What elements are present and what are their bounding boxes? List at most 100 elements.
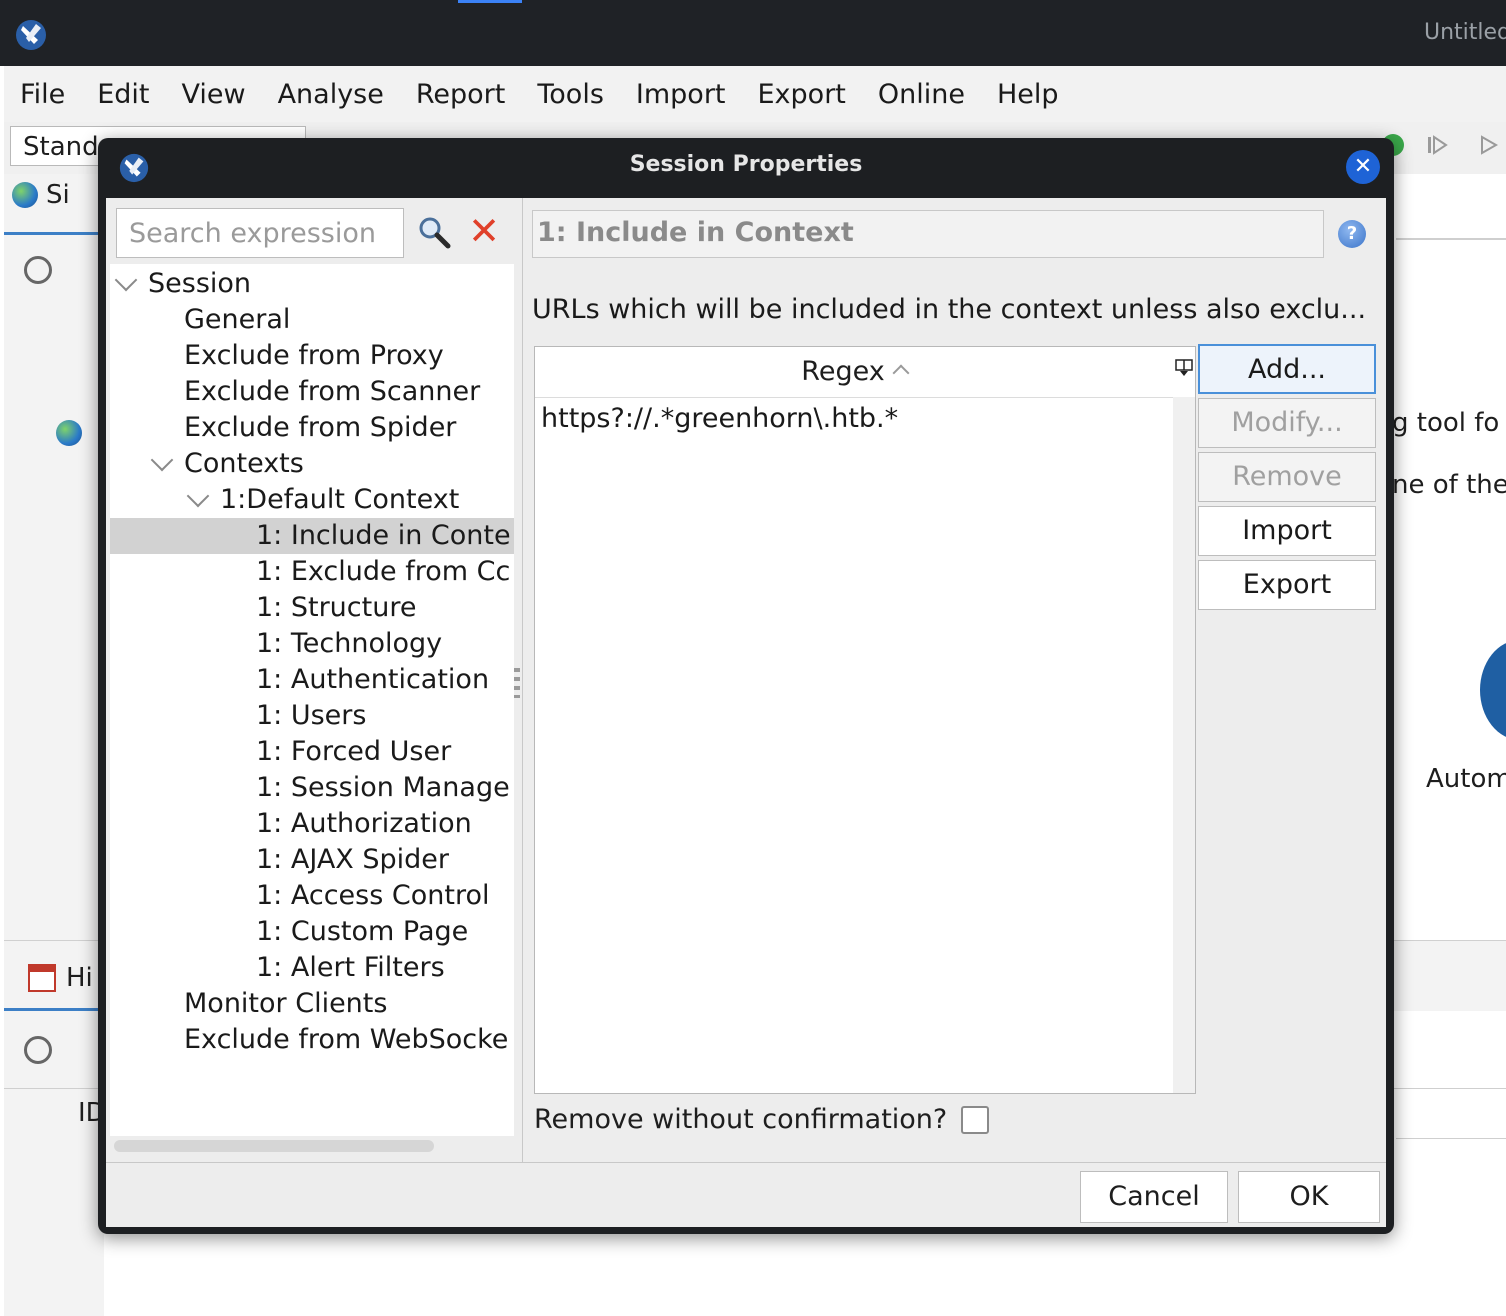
search-icon[interactable] xyxy=(416,214,452,250)
import-button[interactable]: Import xyxy=(1198,506,1376,556)
bg-text-3[interactable]: Autom xyxy=(1426,764,1506,794)
section-title: 1: Include in Context xyxy=(532,210,1324,258)
add-button[interactable]: Add... xyxy=(1198,344,1376,394)
tab-underline xyxy=(4,232,104,235)
regex-column-header[interactable]: Regex xyxy=(535,347,1173,398)
tree-item-label: General xyxy=(184,304,291,335)
tree-item-label: Monitor Clients xyxy=(184,988,388,1019)
tree-item[interactable]: 1: Structure xyxy=(110,590,514,626)
menu-analyse[interactable]: Analyse xyxy=(262,79,400,110)
tree-item[interactable]: General xyxy=(110,302,514,338)
tree-item[interactable]: 1: Custom Page xyxy=(110,914,514,950)
tree-item-label: 1: Authentication xyxy=(256,664,490,695)
tree-item-label: 1: Exclude from Cc xyxy=(256,556,511,587)
tree-item-label: 1: Session Manage xyxy=(256,772,510,803)
tree-item[interactable]: 1: Access Control xyxy=(110,878,514,914)
remove-confirmation-label: Remove without confirmation? xyxy=(534,1104,948,1135)
ok-button[interactable]: OK xyxy=(1238,1171,1380,1223)
remove-button[interactable]: Remove xyxy=(1198,452,1376,502)
main-title-bar: Untitled xyxy=(0,0,1506,66)
tree-item-label: Exclude from WebSocke xyxy=(184,1024,509,1055)
remove-confirmation-row: Remove without confirmation? xyxy=(534,1104,990,1135)
tree-item-label: 1:Default Context xyxy=(220,484,460,515)
globe-icon xyxy=(12,182,38,208)
tree-item[interactable]: 1: Technology xyxy=(110,626,514,662)
clear-search-icon[interactable]: ✕ xyxy=(466,212,502,250)
menubar: File Edit View Analyse Report Tools Impo… xyxy=(4,66,1506,122)
window-title: Untitled xyxy=(1424,20,1506,45)
tree-item-label: 1: Include in Conte xyxy=(256,520,511,551)
tree-item[interactable]: Session xyxy=(110,266,514,302)
modify-button[interactable]: Modify... xyxy=(1198,398,1376,448)
menu-report[interactable]: Report xyxy=(400,79,522,110)
active-tab-marker xyxy=(458,0,522,3)
tree-item-label: 1: Structure xyxy=(256,592,417,623)
step-icon[interactable] xyxy=(1426,134,1448,156)
tree-item[interactable]: 1: Authentication xyxy=(110,662,514,698)
sites-tab[interactable]: Si xyxy=(12,180,70,210)
close-button[interactable]: ✕ xyxy=(1346,150,1380,184)
tree-item[interactable]: 1: Session Manage xyxy=(110,770,514,806)
chevron-down-icon[interactable] xyxy=(186,484,210,508)
export-button[interactable]: Export xyxy=(1198,560,1376,610)
bg-text-1: g tool fo xyxy=(1392,408,1500,438)
tree-item-label: 1: Authorization xyxy=(256,808,472,839)
section-description: URLs which will be included in the conte… xyxy=(532,294,1367,325)
tree-item[interactable]: 1: Alert Filters xyxy=(110,950,514,986)
calendar-icon xyxy=(28,964,56,992)
tree-item[interactable]: 1: Users xyxy=(110,698,514,734)
site-globe-icon xyxy=(56,420,82,450)
options-tree-panel: Search expression ✕ Session General Exclud… xyxy=(106,198,523,1162)
menu-online[interactable]: Online xyxy=(862,79,981,110)
menu-export[interactable]: Export xyxy=(742,79,862,110)
table-vertical-scrollbar[interactable] xyxy=(1173,397,1195,1093)
chevron-down-icon[interactable] xyxy=(150,448,174,472)
help-icon[interactable]: ? xyxy=(1338,220,1366,248)
tree-item-label: 1: Access Control xyxy=(256,880,490,911)
tree-item-label: Exclude from Scanner xyxy=(184,376,481,407)
menu-file[interactable]: File xyxy=(4,79,81,110)
continue-icon[interactable] xyxy=(1478,134,1500,156)
tree-item[interactable]: 1:Default Context xyxy=(110,482,514,518)
remove-confirmation-checkbox[interactable] xyxy=(961,1105,990,1134)
tree-item[interactable]: 1: Include in Conte xyxy=(110,518,514,554)
tree-item[interactable]: Exclude from WebSocke xyxy=(110,1022,514,1058)
tree-horizontal-scrollbar[interactable] xyxy=(114,1140,434,1152)
session-properties-dialog: Session Properties ✕ Search expression ✕… xyxy=(98,138,1394,1234)
history-tab-label: Hi xyxy=(66,963,93,993)
table-row[interactable]: https?://.*greenhorn\.htb.* xyxy=(541,403,898,434)
history-tab[interactable]: Hi xyxy=(28,963,93,993)
menu-view[interactable]: View xyxy=(165,79,261,110)
quick-start-pane xyxy=(1396,238,1506,940)
tree-item[interactable]: Contexts xyxy=(110,446,514,482)
target-icon[interactable] xyxy=(24,256,52,284)
tree-item-label: Exclude from Spider xyxy=(184,412,457,443)
options-content-panel: 1: Include in Context ? URLs which will … xyxy=(524,198,1386,1162)
splitter-grip[interactable] xyxy=(514,668,520,698)
tree-item[interactable]: 1: Authorization xyxy=(110,806,514,842)
tree-item[interactable]: 1: Forced User xyxy=(110,734,514,770)
tree-item[interactable]: 1: AJAX Spider xyxy=(110,842,514,878)
regex-column-label: Regex xyxy=(801,356,885,387)
history-target-icon[interactable] xyxy=(24,1036,52,1064)
tree-item-label: 1: Alert Filters xyxy=(256,952,445,983)
tree-item-label: 1: Forced User xyxy=(256,736,452,767)
regex-table: Regex https?://.*greenhorn\.htb.* xyxy=(534,346,1196,1094)
search-input[interactable]: Search expression xyxy=(116,208,404,258)
tree-item[interactable]: Monitor Clients xyxy=(110,986,514,1022)
tree-item[interactable]: Exclude from Proxy xyxy=(110,338,514,374)
tree-item[interactable]: Exclude from Spider xyxy=(110,410,514,446)
tree-item-label: 1: Users xyxy=(256,700,367,731)
cancel-button[interactable]: Cancel xyxy=(1080,1171,1228,1223)
menu-edit[interactable]: Edit xyxy=(81,79,165,110)
menu-tools[interactable]: Tools xyxy=(521,79,620,110)
tree-item-label: 1: Custom Page xyxy=(256,916,469,947)
dialog-body: Search expression ✕ Session General Exclud… xyxy=(106,198,1386,1227)
sites-pane xyxy=(4,174,104,1316)
chevron-down-icon[interactable] xyxy=(114,268,138,292)
menu-help[interactable]: Help xyxy=(981,79,1075,110)
menu-import[interactable]: Import xyxy=(620,79,742,110)
tree-item[interactable]: 1: Exclude from Cc xyxy=(110,554,514,590)
tree-item[interactable]: Exclude from Scanner xyxy=(110,374,514,410)
column-picker-icon[interactable] xyxy=(1173,347,1195,397)
